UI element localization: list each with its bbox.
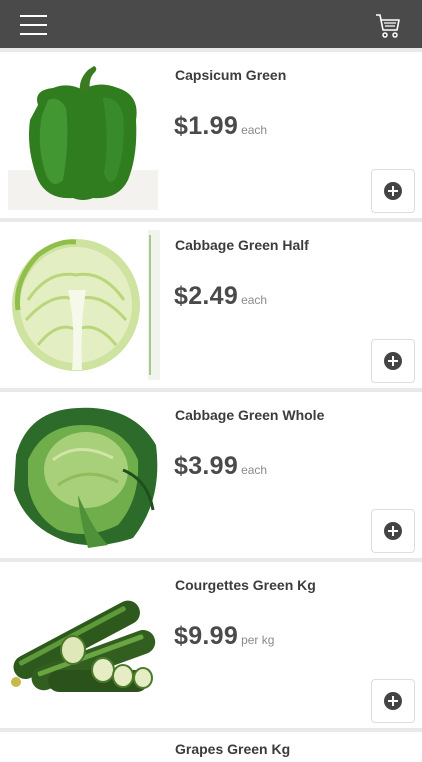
add-to-cart-button[interactable] xyxy=(371,509,415,553)
capsicum-image xyxy=(8,60,160,210)
price-unit: each xyxy=(241,293,268,307)
add-to-cart-button[interactable] xyxy=(371,679,415,723)
top-bar xyxy=(0,0,422,48)
cart-icon[interactable] xyxy=(374,12,402,40)
price-row: $3.99 each xyxy=(174,452,267,481)
price-row: $2.49 each xyxy=(174,282,267,311)
product-name: Courgettes Green Kg xyxy=(175,577,316,593)
product-name: Cabbage Green Whole xyxy=(175,407,325,423)
plus-circle-icon xyxy=(384,352,402,370)
product-list: Capsicum Green $1.99 each Cabbage Green H… xyxy=(0,48,422,762)
courgettes-image xyxy=(8,570,160,720)
product-name: Capsicum Green xyxy=(175,67,287,83)
product-card[interactable]: Cabbage Green Half $2.49 each xyxy=(0,222,422,388)
add-to-cart-button[interactable] xyxy=(371,339,415,383)
price-unit: each xyxy=(241,463,268,477)
plus-circle-icon xyxy=(384,182,402,200)
plus-circle-icon xyxy=(384,692,402,710)
product-price: $3.99 xyxy=(174,452,239,480)
price-unit: each xyxy=(241,123,268,137)
product-card[interactable]: Courgettes Green Kg $9.99 per kg xyxy=(0,562,422,728)
add-to-cart-button[interactable] xyxy=(371,169,415,213)
product-card[interactable]: Capsicum Green $1.99 each xyxy=(0,52,422,218)
price-row: $1.99 each xyxy=(174,112,267,141)
whole-cabbage-image xyxy=(8,400,160,550)
product-name: Grapes Green Kg xyxy=(175,741,291,757)
product-card-partial[interactable]: Grapes Green Kg xyxy=(0,732,422,762)
product-card[interactable]: Cabbage Green Whole $3.99 each xyxy=(0,392,422,558)
product-name: Cabbage Green Half xyxy=(175,237,309,253)
plus-circle-icon xyxy=(384,522,402,540)
half-cabbage-image xyxy=(8,230,160,380)
menu-icon[interactable] xyxy=(20,15,47,35)
product-price: $2.49 xyxy=(174,282,239,310)
product-price: $1.99 xyxy=(174,112,239,140)
price-unit: per kg xyxy=(241,633,275,647)
product-price: $9.99 xyxy=(174,622,239,650)
price-row: $9.99 per kg xyxy=(174,622,274,651)
